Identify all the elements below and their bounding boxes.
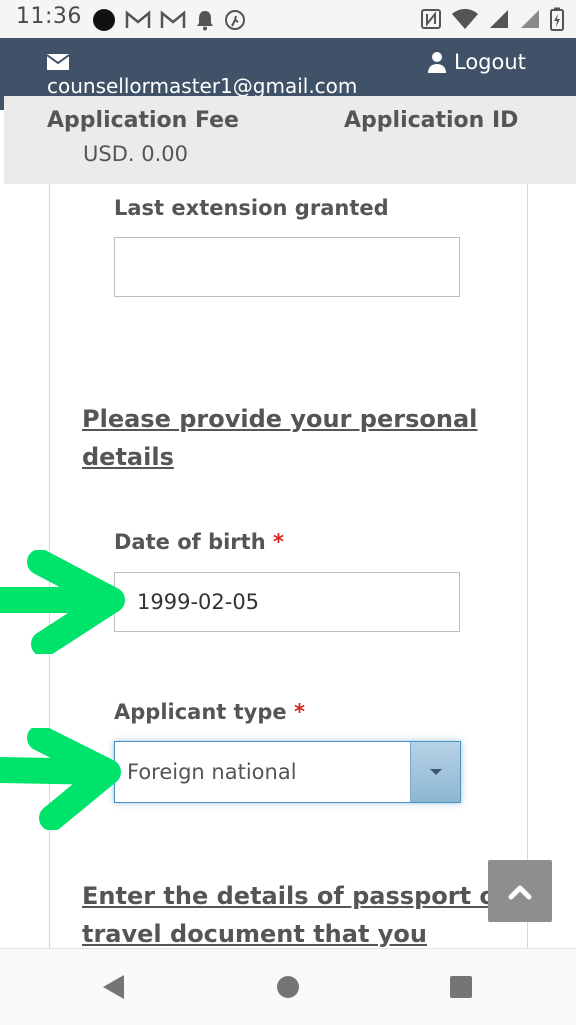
panel-border-right (527, 184, 528, 948)
logout-label: Logout (454, 50, 526, 74)
logout-button[interactable]: Logout (428, 50, 526, 74)
dot-icon (93, 9, 115, 31)
applicant-type-label-text: Applicant type (114, 700, 287, 724)
mail-icon (47, 54, 69, 70)
back-icon[interactable] (103, 975, 124, 999)
application-fee-label: Application Fee (47, 108, 239, 133)
annotation-arrow-icon (0, 728, 121, 830)
status-time: 11:36 (16, 4, 82, 29)
signal-icon (521, 10, 539, 28)
recents-icon[interactable] (450, 976, 472, 998)
signal-icon (490, 10, 508, 28)
fee-bar: Application Fee USD. 0.00 Application ID (4, 96, 576, 184)
last-extension-label: Last extension granted (114, 196, 389, 220)
application-id-label: Application ID (344, 108, 519, 133)
applicant-type-label: Applicant type * (114, 700, 305, 724)
dob-label-text: Date of birth (114, 530, 266, 554)
bell-icon (197, 11, 213, 31)
annotation-arrow-icon (0, 550, 125, 654)
personal-details-heading: Please provide your personal details (82, 405, 478, 471)
dob-label: Date of birth * (114, 530, 284, 554)
user-icon (428, 52, 446, 73)
required-asterisk: * (272, 530, 284, 554)
home-icon[interactable] (277, 976, 299, 998)
gmail-icon (125, 10, 151, 28)
android-nav-bar (0, 948, 576, 1025)
wifi-icon (452, 8, 478, 29)
applicant-type-select[interactable]: Foreign national (114, 741, 461, 803)
status-bar: 11:36 (0, 0, 576, 38)
required-asterisk: * (293, 700, 305, 724)
battery-icon (550, 7, 564, 31)
applicant-type-value: Foreign national (127, 760, 297, 784)
fitness-icon (225, 10, 245, 30)
back-to-top-button[interactable] (488, 860, 552, 922)
passport-heading: Enter the details of passport or travel … (82, 882, 508, 948)
gmail-icon (160, 10, 186, 28)
last-extension-input[interactable] (114, 237, 460, 297)
user-email: counsellormaster1@gmail.com (47, 74, 358, 98)
application-fee-value: USD. 0.00 (83, 142, 188, 166)
app-header: counsellormaster1@gmail.com Logout (0, 38, 576, 98)
chevron-up-icon (508, 885, 532, 900)
dob-input[interactable] (114, 572, 460, 632)
nfc-icon (421, 9, 441, 29)
chevron-down-icon[interactable] (410, 742, 460, 802)
